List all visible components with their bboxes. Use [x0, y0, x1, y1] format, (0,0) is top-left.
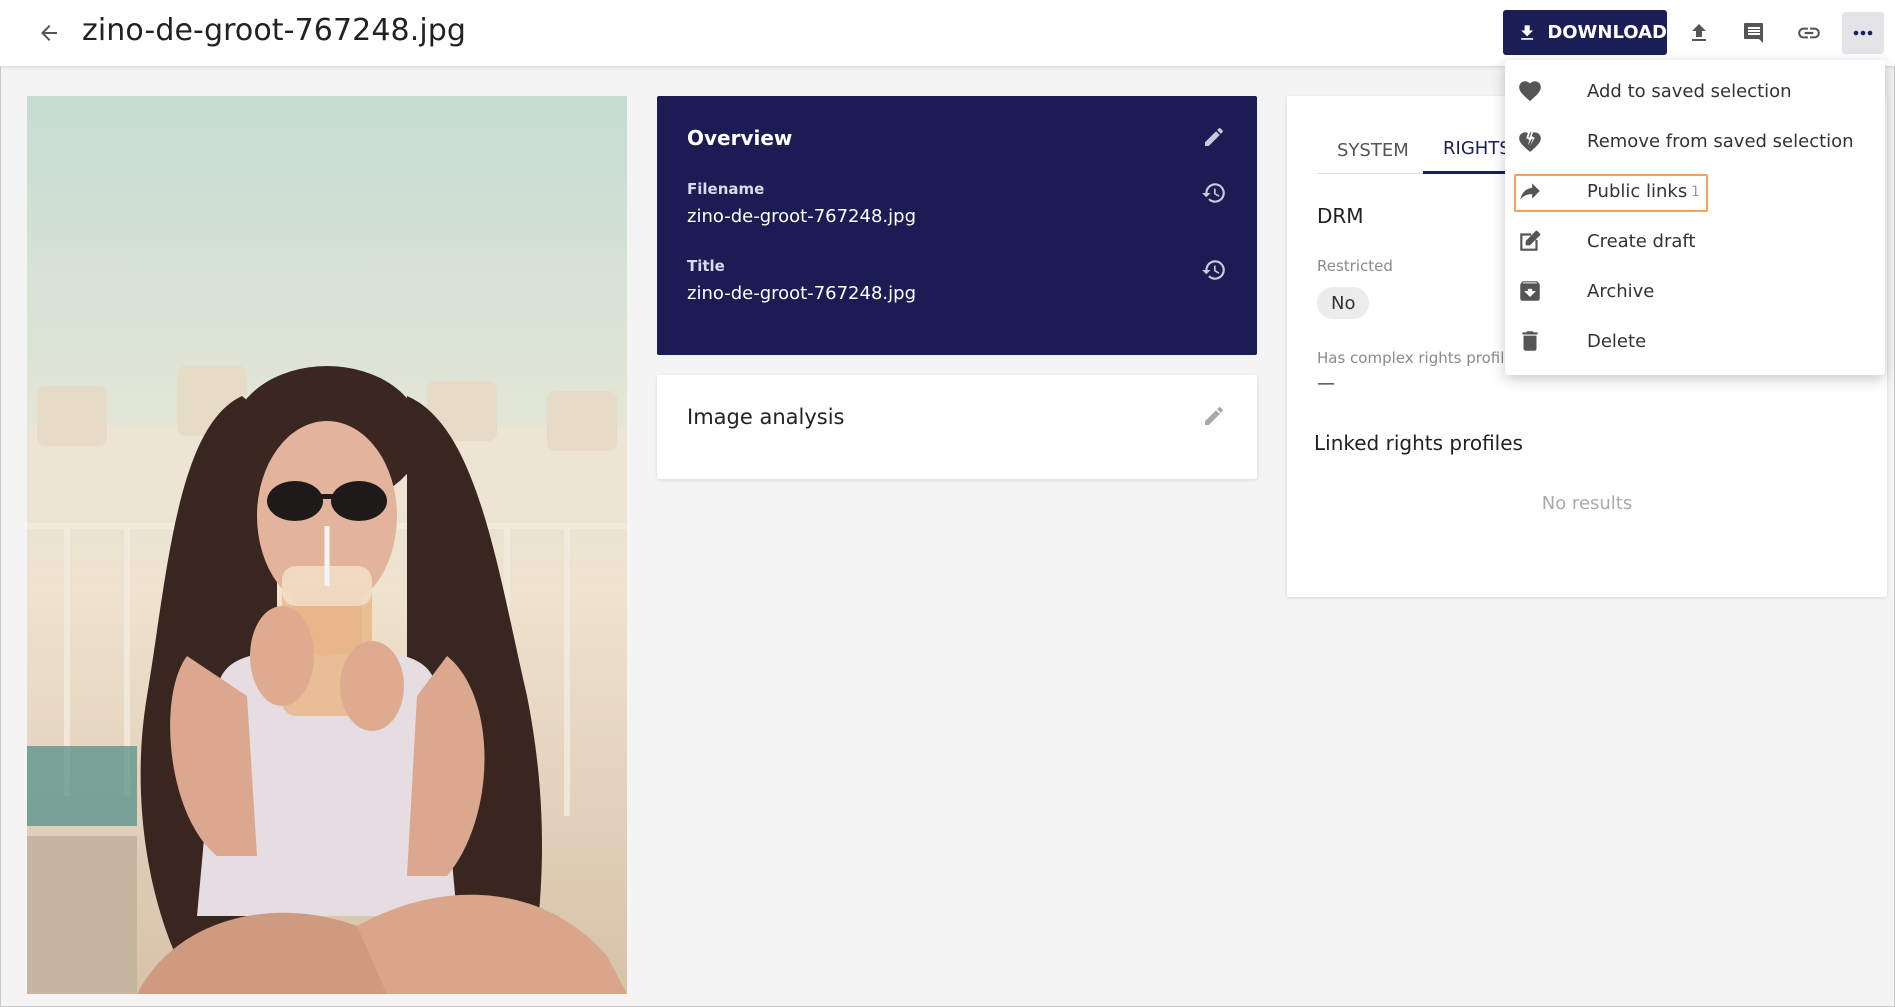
menu-item-label: Delete	[1587, 330, 1647, 352]
complex-rights-label: Has complex rights profile	[1317, 349, 1514, 367]
public-links-count-badge: 1	[1691, 184, 1700, 200]
archive-icon	[1517, 278, 1543, 304]
menu-item-create-draft[interactable]: Create draft	[1505, 216, 1885, 266]
download-button[interactable]: DOWNLOAD	[1503, 10, 1667, 55]
comment-icon[interactable]	[1733, 12, 1775, 54]
menu-item-add-to-saved-selection[interactable]: Add to saved selection	[1505, 66, 1885, 116]
title-value: zino-de-groot-767248.jpg	[687, 283, 916, 304]
image-analysis-card: Image analysis	[657, 375, 1257, 479]
back-arrow-icon[interactable]	[32, 16, 66, 50]
image-analysis-title: Image analysis	[687, 405, 845, 429]
menu-item-label: Public links	[1587, 180, 1688, 202]
trash-icon	[1517, 328, 1543, 354]
menu-item-delete[interactable]: Delete	[1505, 316, 1885, 366]
upload-icon[interactable]	[1678, 12, 1720, 54]
menu-item-public-links[interactable]: Public links 1	[1505, 166, 1885, 216]
edit-icon[interactable]	[1197, 120, 1231, 154]
heart-broken-icon	[1517, 128, 1543, 154]
heart-icon	[1517, 78, 1543, 104]
title-label: Title	[687, 257, 725, 275]
filename-label: Filename	[687, 180, 765, 198]
edit-icon[interactable]	[1197, 399, 1231, 433]
menu-item-archive[interactable]: Archive	[1505, 266, 1885, 316]
share-arrow-icon	[1517, 178, 1543, 204]
menu-item-label: Remove from saved selection	[1587, 130, 1854, 152]
drm-title: DRM	[1317, 204, 1364, 228]
more-actions-menu: Add to saved selection Remove from saved…	[1505, 60, 1885, 375]
menu-item-label: Archive	[1587, 280, 1655, 302]
tab-system[interactable]: SYSTEM	[1317, 126, 1429, 174]
restricted-label: Restricted	[1317, 257, 1393, 275]
no-results-text: No results	[1541, 493, 1633, 514]
menu-item-label: Create draft	[1587, 230, 1696, 252]
more-icon[interactable]	[1842, 12, 1884, 54]
overview-title: Overview	[687, 126, 793, 150]
page-title: zino-de-groot-767248.jpg	[82, 13, 467, 48]
menu-item-remove-from-saved-selection[interactable]: Remove from saved selection	[1505, 116, 1885, 166]
asset-preview-image[interactable]	[27, 96, 627, 994]
restricted-chip: No	[1317, 287, 1370, 319]
menu-item-label: Add to saved selection	[1587, 80, 1792, 102]
overview-card: Overview Filename zino-de-groot-767248.j…	[657, 96, 1257, 355]
edit-square-icon	[1517, 228, 1543, 254]
download-icon	[1521, 24, 1534, 40]
download-label: DOWNLOAD	[1547, 22, 1667, 43]
history-icon[interactable]	[1197, 176, 1231, 210]
top-bar: zino-de-groot-767248.jpg DOWNLOAD	[0, 0, 1895, 67]
link-icon[interactable]	[1788, 12, 1830, 54]
linked-rights-title: Linked rights profiles	[1314, 431, 1523, 455]
history-icon[interactable]	[1197, 253, 1231, 287]
complex-rights-value: —	[1317, 373, 1335, 394]
filename-value: zino-de-groot-767248.jpg	[687, 206, 916, 227]
